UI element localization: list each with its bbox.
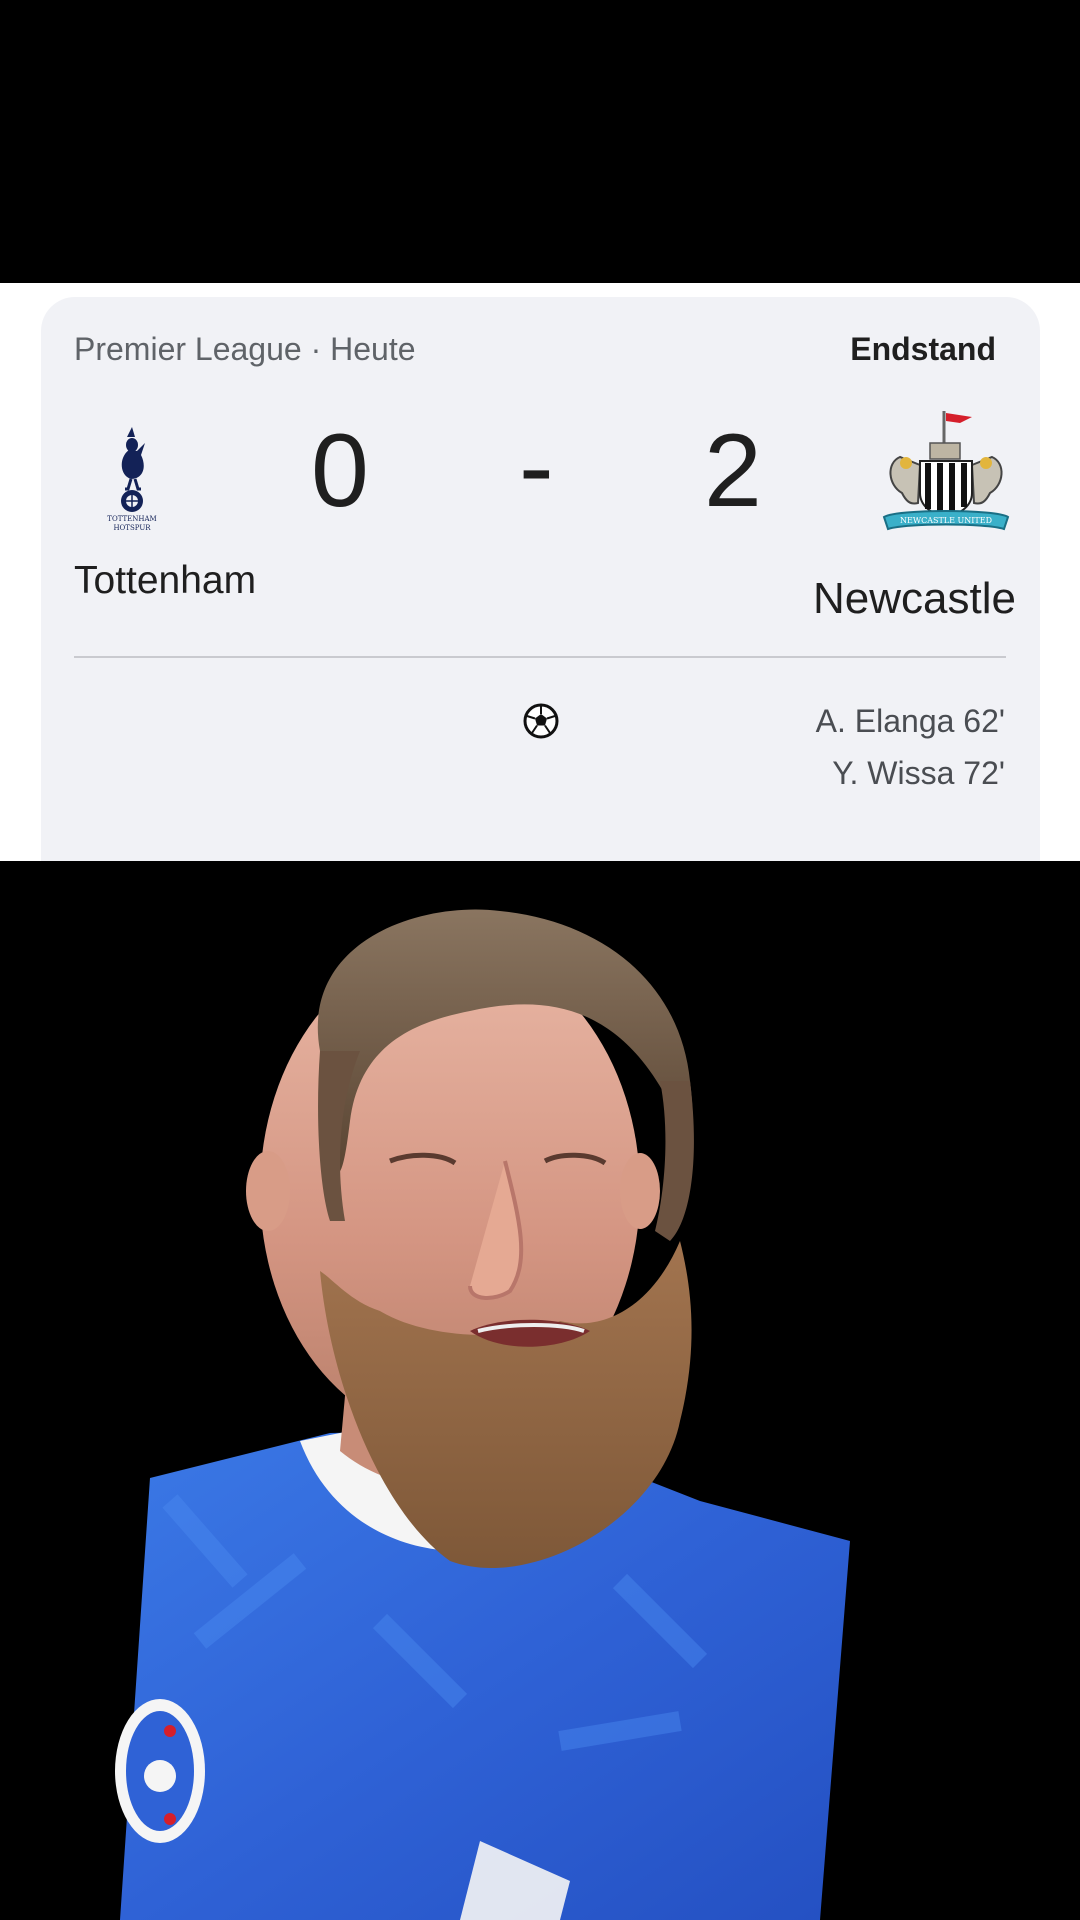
goal-scorer: A. Elanga 62' — [815, 703, 1005, 739]
away-score: 2 — [704, 413, 762, 529]
tottenham-crest-text: TOTTENHAM — [107, 515, 156, 523]
svg-text:HOTSPUR: HOTSPUR — [113, 524, 151, 532]
competition-date-label: Premier League · Heute — [74, 331, 416, 367]
card-divider — [74, 656, 1006, 658]
match-score-card[interactable]: Premier League · Heute Endstand TOTTENHA… — [41, 297, 1040, 861]
away-team-name[interactable]: Newcastle — [813, 574, 1016, 624]
newcastle-crest-text: NEWCASTLE UNITED — [900, 516, 992, 525]
home-score: 0 — [311, 413, 369, 529]
presenter-image — [115, 909, 850, 1920]
match-screenshot-overlay: Premier League · Heute Endstand TOTTENHA… — [0, 283, 1080, 861]
soccer-ball-icon — [523, 703, 559, 739]
home-team-name[interactable]: Tottenham — [74, 559, 256, 603]
tottenham-crest-icon: TOTTENHAM HOTSPUR — [107, 427, 157, 532]
video-frame: Premier League · Heute Endstand TOTTENHA… — [0, 0, 1080, 1920]
newcastle-crest-icon: NEWCASTLE UNITED — [882, 411, 1010, 531]
match-status-label: Endstand — [850, 331, 996, 367]
away-goal-scorers: A. Elanga 62' Y. Wissa 72' — [816, 695, 1005, 799]
score-separator: - — [519, 409, 554, 525]
goal-scorer: Y. Wissa 72' — [832, 755, 1005, 791]
top-black-bar — [0, 0, 1080, 283]
jersey-badge-icon — [115, 1699, 205, 1843]
presenter-video — [0, 861, 1080, 1920]
